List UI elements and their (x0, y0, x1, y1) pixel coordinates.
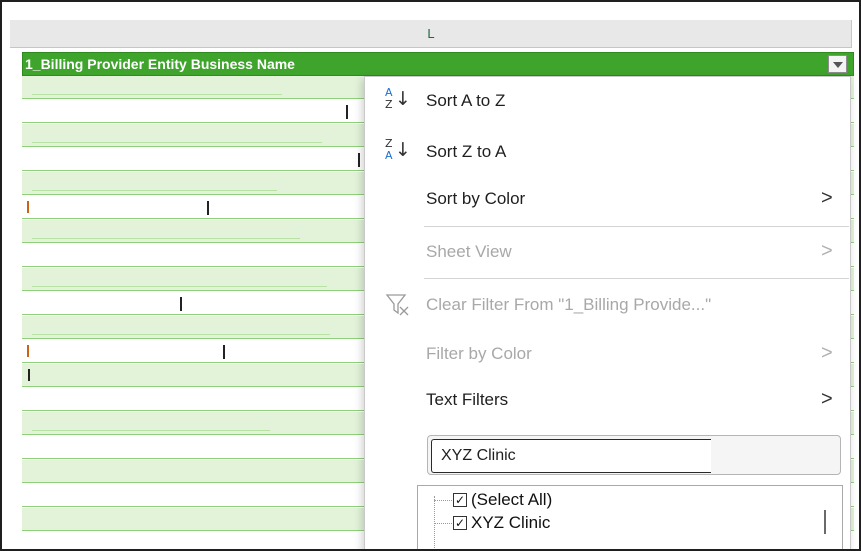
next-header-label: 1 (855, 56, 859, 72)
menu-item-sort-a-to-z[interactable]: A Z ↓ Sort A to Z (365, 79, 852, 123)
cell-text-fragment (207, 201, 209, 215)
menu-item-label: Sort Z to A (426, 142, 507, 161)
cell-underline (32, 430, 270, 431)
cell-text-fragment (180, 297, 182, 311)
chevron-right-icon: > (821, 342, 833, 364)
menu-item-label: Sort by Color (426, 189, 526, 208)
menu-item-label: Filter by Color (426, 344, 532, 363)
column-header-l[interactable]: L (10, 20, 852, 48)
menu-divider (424, 226, 849, 227)
search-input[interactable] (431, 439, 711, 473)
filter-dropdown-button[interactable] (828, 55, 847, 73)
list-item-label: XYZ Clinic (471, 513, 551, 532)
cell-text-fragment (223, 345, 225, 359)
tree-connector (434, 523, 452, 524)
menu-item-label: Sheet View (426, 242, 512, 261)
chevron-right-icon: > (821, 187, 833, 209)
scrollbar-thumb[interactable] (824, 510, 826, 534)
chevron-right-icon: > (821, 240, 833, 262)
chevron-right-icon: > (821, 388, 833, 410)
table-header-cell[interactable]: 1_Billing Provider Entity Business Name … (22, 52, 859, 76)
list-item-label: (Select All) (471, 490, 553, 509)
cell-underline (32, 238, 300, 239)
cell-underline (32, 142, 322, 143)
header-label: 1_Billing Provider Entity Business Name (25, 56, 295, 72)
menu-item-sort-by-color[interactable]: Sort by Color > (365, 177, 852, 221)
menu-item-label: Clear Filter From "1_Billing Provide..." (426, 295, 712, 314)
menu-item-label: Sort A to Z (426, 91, 506, 110)
cell-underline (32, 334, 330, 335)
checkbox-checked-icon[interactable]: ✓ (453, 493, 467, 507)
checkbox-checked-icon[interactable]: ✓ (453, 516, 467, 530)
cell-text-fragment (346, 105, 348, 119)
cell-underline (32, 286, 327, 287)
column-divider (851, 20, 852, 48)
cell-underline (32, 190, 277, 191)
column-letter: L (427, 26, 435, 41)
cell-text-fragment (358, 153, 360, 167)
cell-text-fragment (27, 345, 29, 357)
tree-connector (434, 500, 452, 501)
dropdown-arrow-icon (833, 62, 843, 68)
cell-underline (32, 94, 282, 95)
menu-item-label: Text Filters (426, 390, 509, 409)
excel-window: L 1_Billing Provider Entity Business Nam… (0, 0, 861, 551)
menu-item-text-filters[interactable]: Text Filters > (365, 378, 852, 422)
menu-item-filter-by-color[interactable]: Filter by Color > (365, 332, 852, 376)
sort-descending-icon: Z A ↓ (385, 137, 411, 162)
autofilter-menu: A Z ↓ Sort A to Z Z A ↓ Sort Z to A Sort… (364, 76, 852, 549)
menu-item-sheet-view[interactable]: Sheet View > (365, 230, 852, 274)
menu-item-clear-filter[interactable]: Clear Filter From "1_Billing Provide..." (365, 283, 852, 327)
sort-ascending-icon: A Z ↓ (385, 86, 411, 111)
clear-filter-icon (385, 294, 409, 316)
menu-divider (424, 278, 849, 279)
cell-text-fragment (28, 369, 30, 381)
search-box (427, 435, 841, 475)
cell-text-fragment (27, 201, 29, 213)
menu-item-sort-z-to-a[interactable]: Z A ↓ Sort Z to A (365, 130, 852, 174)
filter-values-list: ✓ (Select All) ✓ XYZ Clinic (417, 485, 843, 549)
